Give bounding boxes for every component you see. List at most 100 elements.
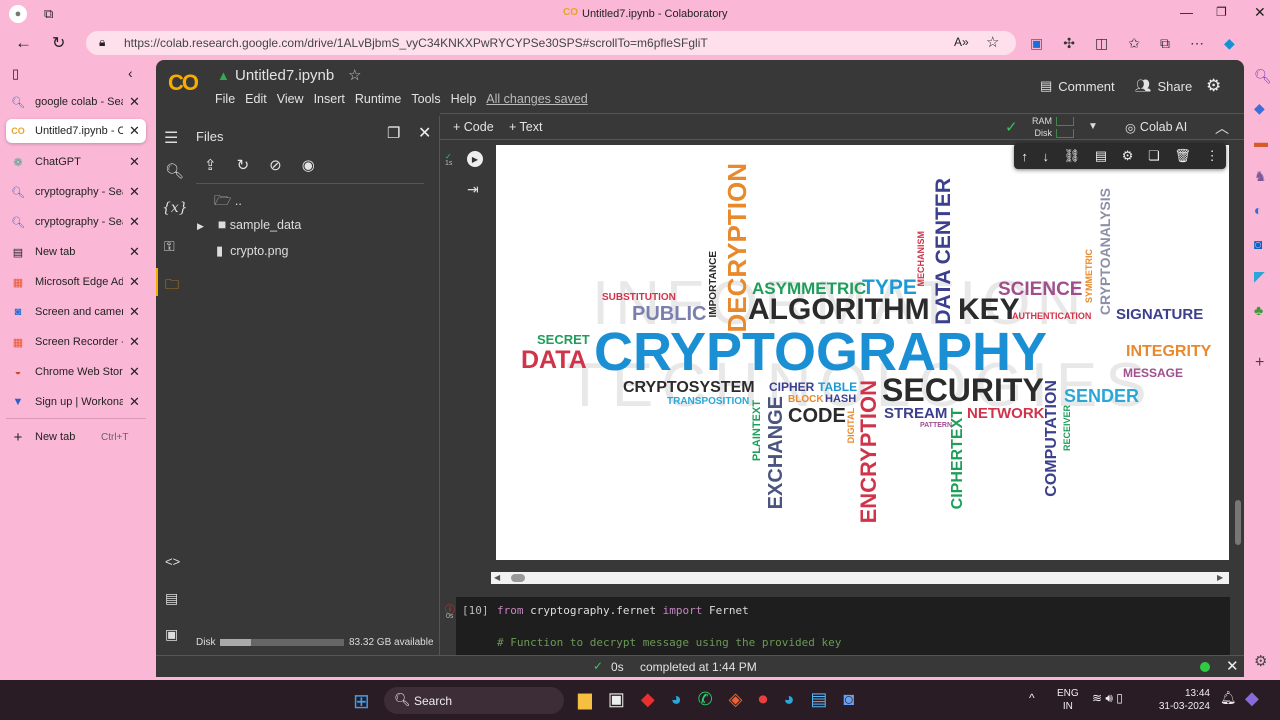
output-menu-icon[interactable]: ⇥	[467, 181, 479, 198]
copilot-icon[interactable]: ◐	[1254, 202, 1262, 218]
search-icon[interactable]: 🔍︎	[165, 162, 184, 180]
refresh-icon[interactable]: ↻	[237, 156, 250, 174]
notepad-icon[interactable]: ▤	[810, 689, 827, 710]
close-tab-icon[interactable]: ✕	[129, 334, 140, 350]
add-text-button[interactable]: + Text	[509, 120, 542, 134]
close-tab-icon[interactable]: ✕	[129, 154, 140, 170]
tab-item-active[interactable]: CO Untitled7.ipynb - Colaboratory ✕	[6, 119, 146, 143]
minimize-button[interactable]: —	[1180, 5, 1193, 20]
horizontal-scrollbar[interactable]: ◀ ▶	[491, 572, 1229, 584]
extensions-puzzle-icon[interactable]: ✣	[1063, 35, 1075, 52]
close-tab-icon[interactable]: ✕	[129, 123, 140, 139]
open-in-tab-icon[interactable]: ❐	[387, 124, 400, 142]
notebook-title[interactable]: Untitled7.ipynb	[235, 67, 334, 84]
favorites-icon[interactable]: ✩	[1128, 35, 1140, 52]
status-completed[interactable]: completed at 1:44 PM	[640, 660, 757, 674]
taskbar-search[interactable]: 🔍︎ Search	[384, 687, 564, 714]
new-tab-button[interactable]: + New tab Ctrl+T	[6, 425, 146, 449]
mirror-cell-icon[interactable]: ❏	[1148, 148, 1160, 164]
menu-tools[interactable]: Tools	[411, 92, 440, 106]
copilot-icon[interactable]: ◆	[1224, 35, 1235, 52]
notification-bell-icon[interactable]: 🔔︎	[1220, 690, 1237, 706]
file-explorer-icon[interactable]: ▆	[578, 689, 592, 710]
menu-help[interactable]: Help	[451, 92, 477, 106]
delete-icon[interactable]: 🗑︎	[1174, 148, 1191, 164]
menu-runtime[interactable]: Runtime	[355, 92, 402, 106]
network-volume-battery-icons[interactable]: ≋ 🔊︎ ▯	[1092, 691, 1123, 706]
windows-start-icon[interactable]: ⊞	[353, 689, 370, 714]
menu-file[interactable]: File	[215, 92, 235, 106]
colab-ai-button[interactable]: ◎ Colab AI	[1125, 120, 1187, 135]
shopping-tag-icon[interactable]: ◆	[1254, 100, 1265, 117]
more-menu-icon[interactable]: ⋯	[1190, 35, 1204, 52]
colab-logo[interactable]: CO	[168, 70, 199, 96]
files-folder-icon[interactable]: 🗀	[165, 274, 179, 298]
send-icon[interactable]: ◤	[1254, 268, 1265, 285]
edge-active-icon[interactable]: ◕	[784, 689, 795, 710]
read-aloud-icon[interactable]: A»	[954, 35, 969, 49]
favorite-star-icon[interactable]: ☆	[986, 33, 999, 51]
tab-item[interactable]: 🔍︎ cryptography - Search ✕	[6, 180, 146, 204]
scrollbar-thumb[interactable]	[511, 574, 525, 582]
tab-item[interactable]: ▦ Screen Recorder - M ✕	[6, 330, 146, 354]
close-tab-icon[interactable]: ✕	[129, 304, 140, 320]
tab-item[interactable]: ◒ Chrome Web Store ✕	[6, 360, 146, 384]
table-of-contents-icon[interactable]: ☰	[164, 128, 178, 148]
close-tab-icon[interactable]: ✕	[129, 184, 140, 200]
profile-icon[interactable]: ●	[9, 5, 27, 23]
collections-icon[interactable]: ⧉	[1160, 35, 1170, 52]
scroll-left-icon[interactable]: ◀	[494, 573, 500, 582]
close-tab-icon[interactable]: ✕	[129, 214, 140, 230]
share-button[interactable]: 👥︎ Share	[1135, 78, 1192, 94]
close-panel-icon[interactable]: ✕	[418, 123, 431, 143]
resource-monitor[interactable]: RAM Disk	[1032, 115, 1052, 139]
more-vert-icon[interactable]: ⋮	[1206, 148, 1219, 164]
collapse-tabs-icon[interactable]: ‹	[128, 65, 133, 81]
show-hidden-icons[interactable]: ^	[1029, 691, 1035, 705]
address-bar[interactable]: 🔒︎ https://colab.research.google.com/dri…	[86, 31, 1016, 55]
whatsapp-icon[interactable]: ✆	[698, 689, 713, 710]
menu-view[interactable]: View	[277, 92, 304, 106]
unmount-drive-icon[interactable]: ⊘	[269, 156, 282, 174]
command-palette-icon[interactable]: ▤	[165, 590, 178, 607]
tab-panel-icon[interactable]: ▯	[12, 66, 19, 82]
menu-insert[interactable]: Insert	[314, 92, 345, 106]
move-down-icon[interactable]: ↓	[1042, 149, 1049, 164]
sidebar-settings-icon[interactable]: ⚙	[1254, 652, 1267, 670]
back-icon[interactable]: ←	[15, 33, 32, 53]
expand-arrow-icon[interactable]: ▶	[197, 221, 204, 231]
file-row-parent[interactable]: 🗁 ..	[214, 190, 242, 214]
close-tab-icon[interactable]: ✕	[129, 364, 140, 380]
link-icon[interactable]: ⛓	[1064, 148, 1081, 164]
language-indicator[interactable]: ENG IN	[1057, 687, 1079, 713]
edge-icon[interactable]: ◕	[671, 689, 682, 710]
tab-item[interactable]: 🔍︎ google colab - Search ✕	[6, 90, 146, 114]
recorder-icon[interactable]: ⏺	[759, 689, 768, 710]
settings-gear-icon[interactable]: ⚙	[1206, 76, 1221, 96]
close-status-icon[interactable]: ✕	[1226, 657, 1239, 675]
tab-item[interactable]: ❁ ChatGPT ✕	[6, 150, 146, 174]
refresh-icon[interactable]: ↻	[52, 33, 65, 53]
copilot-taskbar-icon[interactable]: ◆	[1245, 688, 1259, 709]
tree-icon[interactable]: ♣	[1254, 302, 1263, 318]
comment-button[interactable]: ▤ Comment	[1040, 78, 1115, 94]
hide-files-icon[interactable]: ◉	[302, 156, 315, 174]
move-up-icon[interactable]: ↑	[1021, 149, 1028, 164]
add-code-button[interactable]: + Code	[453, 120, 494, 134]
brave-icon[interactable]: ◈	[729, 689, 743, 710]
close-tab-icon[interactable]: ✕	[129, 94, 140, 110]
url-text[interactable]: https://colab.research.google.com/drive/…	[124, 36, 708, 50]
code-cell-editor[interactable]: [10] from cryptography.fernet import Fer…	[456, 597, 1230, 655]
comment-icon[interactable]: ▤	[1095, 148, 1107, 164]
vertical-scrollbar-thumb[interactable]	[1235, 500, 1241, 545]
collapse-header-icon[interactable]: ︿	[1215, 118, 1229, 138]
menu-edit[interactable]: Edit	[245, 92, 267, 106]
workspaces-icon[interactable]: ⧉	[44, 6, 53, 22]
runtime-dropdown-icon[interactable]: ▼	[1088, 121, 1098, 132]
upload-file-icon[interactable]: ⇪	[204, 156, 217, 174]
file-row-file[interactable]: ▮ crypto.png	[216, 243, 288, 259]
tab-item[interactable]: ▦ Microsoft Edge Add-ons ✕	[6, 270, 146, 294]
cell-settings-icon[interactable]: ⚙	[1122, 148, 1134, 164]
scroll-right-icon[interactable]: ▶	[1217, 573, 1223, 582]
close-tab-icon[interactable]: ✕	[129, 274, 140, 290]
